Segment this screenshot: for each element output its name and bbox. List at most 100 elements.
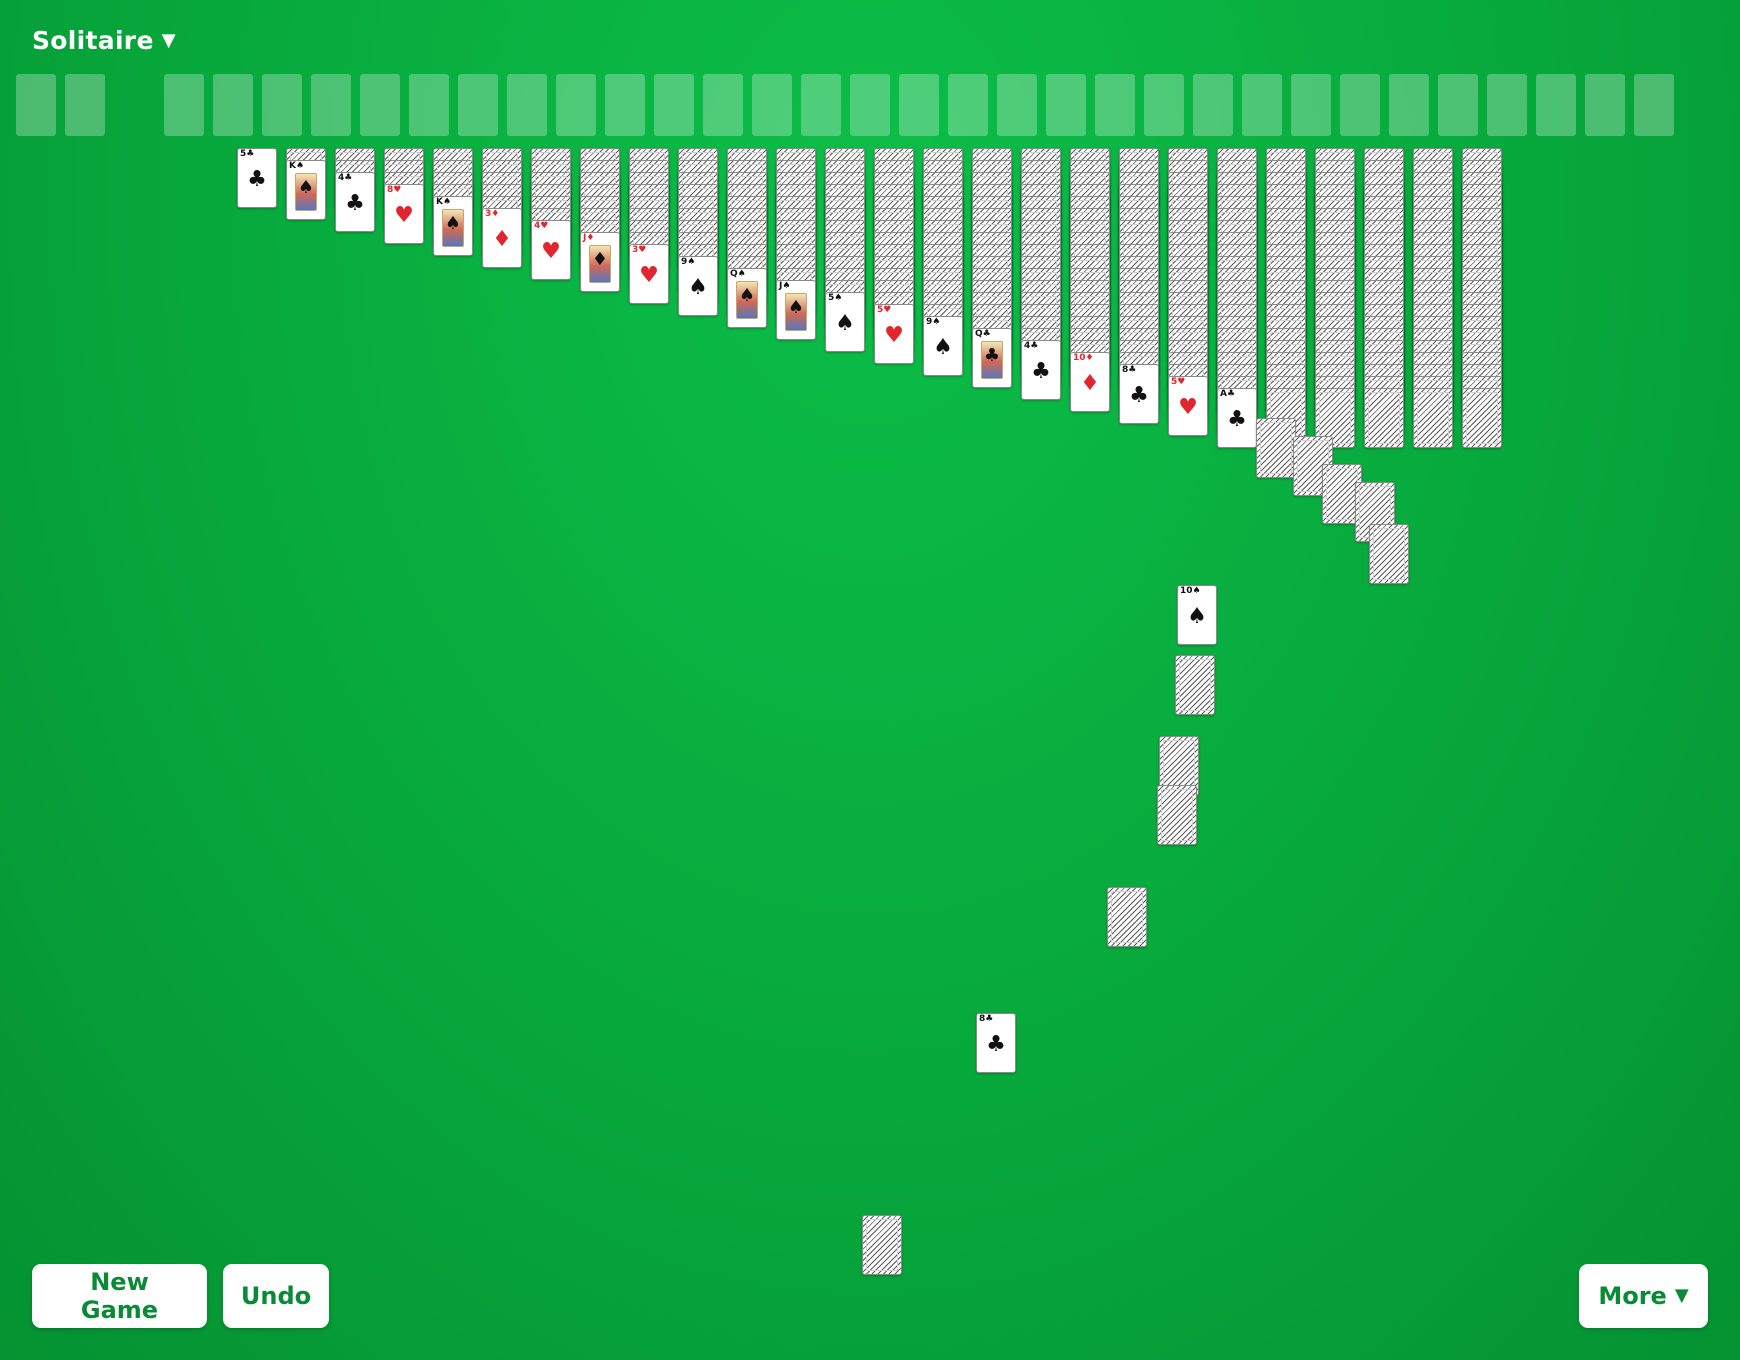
clubs-suit-icon: ♣ xyxy=(345,191,365,216)
face-up-card[interactable]: 8♥ ♥ xyxy=(384,184,424,244)
face-up-card[interactable]: Q♣ ♣ xyxy=(972,328,1012,388)
foundation-slot[interactable] xyxy=(850,74,890,136)
face-up-card[interactable]: 8♣ ♣ xyxy=(976,1013,1016,1073)
spades-suit-icon: ♠ xyxy=(787,297,805,318)
card-rank: 8♥ xyxy=(387,185,402,195)
new-game-button[interactable]: New Game xyxy=(32,1264,207,1328)
foundation-slot[interactable] xyxy=(605,74,645,136)
face-up-card[interactable]: 5♣ ♣ xyxy=(237,148,277,208)
card-rank: 3♥ xyxy=(632,245,647,255)
face-up-card[interactable]: 4♥ ♥ xyxy=(531,220,571,280)
foundation-slot[interactable] xyxy=(654,74,694,136)
moving-card[interactable] xyxy=(1369,524,1409,584)
foundation-slot[interactable] xyxy=(409,74,449,136)
face-down-card[interactable] xyxy=(1413,388,1453,448)
card-rank: 5♥ xyxy=(1171,377,1186,387)
foundation-slot[interactable] xyxy=(1438,74,1478,136)
face-down-card[interactable] xyxy=(1364,388,1404,448)
card-rank: 5♣ xyxy=(240,149,255,159)
face-down-card[interactable] xyxy=(1462,388,1502,448)
stock-slot[interactable] xyxy=(65,74,105,136)
foundation-slot[interactable] xyxy=(948,74,988,136)
card-rank: J♠ xyxy=(779,281,791,291)
moving-card[interactable] xyxy=(1175,655,1215,715)
face-up-card[interactable]: 4♣ ♣ xyxy=(335,172,375,232)
foundation-slot[interactable] xyxy=(458,74,498,136)
foundation-slot[interactable] xyxy=(213,74,253,136)
card-rank: 9♠ xyxy=(681,257,696,267)
foundation-slot[interactable] xyxy=(801,74,841,136)
foundation-slot[interactable] xyxy=(1095,74,1135,136)
foundation-slot[interactable] xyxy=(1193,74,1233,136)
foundation-slot[interactable] xyxy=(703,74,743,136)
moving-card[interactable] xyxy=(1107,887,1147,947)
stock-slot[interactable] xyxy=(16,74,56,136)
face-up-card[interactable]: A♣ ♣ xyxy=(1217,388,1257,448)
face-up-card[interactable]: 3♦ ♦ xyxy=(482,208,522,268)
foundation-slot[interactable] xyxy=(1487,74,1527,136)
face-up-card[interactable]: 9♠ ♠ xyxy=(678,256,718,316)
undo-button[interactable]: Undo xyxy=(223,1264,329,1328)
game-title-menu[interactable]: Solitaire ▼ xyxy=(32,26,176,55)
diamonds-suit-icon: ♦ xyxy=(591,249,609,270)
moving-card[interactable] xyxy=(1256,418,1296,478)
face-up-card[interactable]: 10♦ ♦ xyxy=(1070,352,1110,412)
foundation-slot[interactable] xyxy=(1144,74,1184,136)
foundation-slot[interactable] xyxy=(1389,74,1429,136)
foundation-slot[interactable] xyxy=(1585,74,1625,136)
foundation-slot[interactable] xyxy=(997,74,1037,136)
card-rank: Q♣ xyxy=(975,329,991,339)
foundation-slot[interactable] xyxy=(311,74,351,136)
clubs-suit-icon: ♣ xyxy=(983,345,1001,366)
foundation-slot[interactable] xyxy=(1046,74,1086,136)
card-rank: 4♣ xyxy=(338,173,353,183)
more-button-label: More xyxy=(1598,1282,1667,1310)
hearts-suit-icon: ♥ xyxy=(394,203,414,228)
hearts-suit-icon: ♥ xyxy=(1178,395,1198,420)
face-up-card[interactable]: 5♠ ♠ xyxy=(825,292,865,352)
clubs-suit-icon: ♣ xyxy=(1227,407,1247,432)
face-up-card[interactable]: J♦ ♦ xyxy=(580,232,620,292)
face-up-card[interactable]: K♠ ♠ xyxy=(433,196,473,256)
foundation-slot[interactable] xyxy=(752,74,792,136)
face-up-card[interactable]: 10♠ ♠ xyxy=(1177,585,1217,645)
face-up-card[interactable]: 5♥ ♥ xyxy=(1168,376,1208,436)
hearts-suit-icon: ♥ xyxy=(884,323,904,348)
hearts-suit-icon: ♥ xyxy=(639,263,659,288)
foundation-slot[interactable] xyxy=(360,74,400,136)
chevron-down-icon: ▼ xyxy=(161,29,176,51)
foundation-slot[interactable] xyxy=(1536,74,1576,136)
game-title: Solitaire xyxy=(32,26,154,55)
card-rank: J♦ xyxy=(583,233,595,243)
face-up-card[interactable]: Q♠ ♠ xyxy=(727,268,767,328)
face-up-card[interactable]: 9♠ ♠ xyxy=(923,316,963,376)
foundation-slot[interactable] xyxy=(1242,74,1282,136)
card-rank: A♣ xyxy=(1220,389,1236,399)
card-rank: 8♣ xyxy=(979,1014,994,1024)
face-up-card[interactable]: 4♣ ♣ xyxy=(1021,340,1061,400)
face-up-card[interactable]: 3♥ ♥ xyxy=(629,244,669,304)
foundation-slot[interactable] xyxy=(1340,74,1380,136)
face-up-card[interactable]: J♠ ♠ xyxy=(776,280,816,340)
spades-suit-icon: ♠ xyxy=(835,311,855,336)
spades-suit-icon: ♠ xyxy=(297,177,315,198)
card-rank: Q♠ xyxy=(730,269,746,279)
face-up-card[interactable]: 8♣ ♣ xyxy=(1119,364,1159,424)
foundation-slot[interactable] xyxy=(556,74,596,136)
foundation-slot[interactable] xyxy=(1291,74,1331,136)
more-button[interactable]: More ▼ xyxy=(1579,1264,1708,1328)
moving-card[interactable] xyxy=(1157,785,1197,845)
foundation-slot[interactable] xyxy=(899,74,939,136)
chevron-down-icon: ▼ xyxy=(1674,1285,1689,1306)
hearts-suit-icon: ♥ xyxy=(541,239,561,264)
moving-card[interactable] xyxy=(862,1215,902,1275)
foundation-slot[interactable] xyxy=(164,74,204,136)
foundation-slot[interactable] xyxy=(1634,74,1674,136)
face-up-card[interactable]: 5♥ ♥ xyxy=(874,304,914,364)
card-rank: 10♠ xyxy=(1180,586,1201,596)
card-rank: 10♦ xyxy=(1073,353,1094,363)
face-up-card[interactable]: K♠ ♠ xyxy=(286,160,326,220)
foundation-slot[interactable] xyxy=(262,74,302,136)
clubs-suit-icon: ♣ xyxy=(1031,359,1051,384)
foundation-slot[interactable] xyxy=(507,74,547,136)
